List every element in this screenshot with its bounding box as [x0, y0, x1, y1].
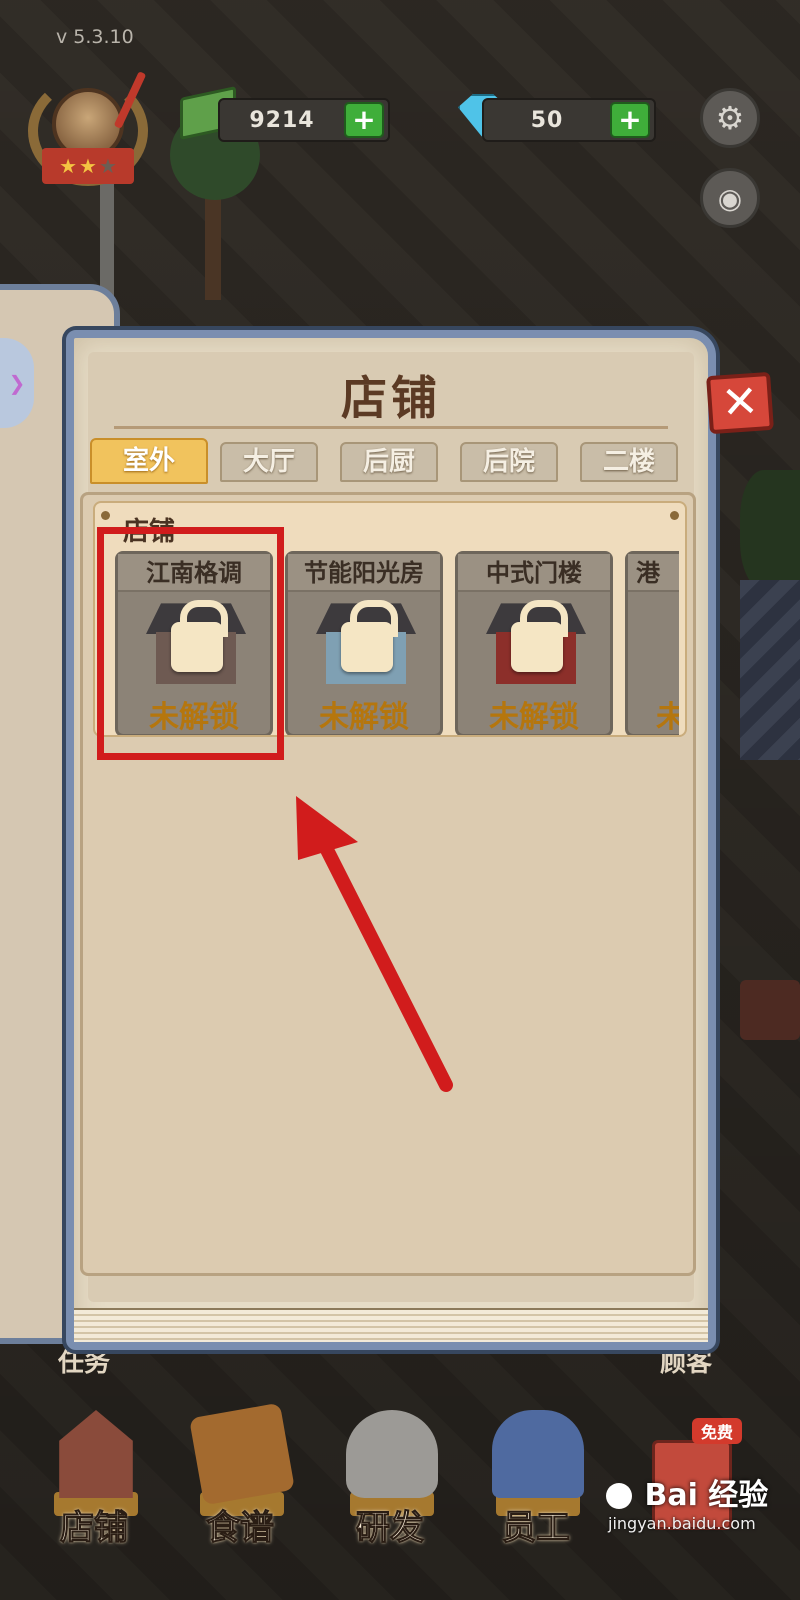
- table-decoration: [740, 980, 800, 1040]
- category-tabs: 室外 大厅 后厨 后院 二楼: [90, 438, 690, 484]
- tab-kitchen[interactable]: 后厨: [340, 442, 438, 482]
- book-side-tab: ❯: [0, 338, 34, 428]
- recipe-book-icon: [189, 1402, 295, 1506]
- item-name: 港: [628, 554, 679, 592]
- nav-recipe-label: 食谱: [206, 1508, 275, 1549]
- watermark: Bai 经验 jingyan.baidu.com: [604, 1470, 794, 1533]
- restaurant-level-emblem[interactable]: ★ ★ ★: [22, 70, 154, 190]
- add-gems-button[interactable]: +: [610, 102, 650, 138]
- modal-title: 店铺: [341, 371, 441, 425]
- rating-stars: ★ ★ ★: [42, 148, 134, 184]
- book-page-edges: [74, 1308, 708, 1342]
- gem-value: 50: [530, 107, 564, 133]
- pin-icon: [101, 511, 110, 520]
- chevron-right-icon: ❯: [8, 371, 26, 395]
- cooking-pot-icon: [346, 1410, 438, 1498]
- watermark-brand-text: Bai 经验: [644, 1478, 769, 1513]
- staff-icon: [492, 1410, 584, 1498]
- item-name: 中式门楼: [458, 554, 610, 592]
- nav-shop[interactable]: 店铺: [24, 1400, 164, 1580]
- star-icon: ★: [79, 154, 97, 178]
- nav-shop-label: 店铺: [60, 1508, 129, 1549]
- nav-research-label: 研发: [356, 1508, 425, 1549]
- gem-counter: 50 +: [482, 98, 656, 142]
- nav-staff-label: 员工: [502, 1508, 571, 1549]
- nav-staff[interactable]: 员工: [466, 1400, 606, 1580]
- lock-icon: [341, 600, 398, 672]
- baidu-paw-icon: [606, 1483, 632, 1509]
- item-card[interactable]: 中式门楼 未解锁: [455, 551, 613, 735]
- tab-second-floor[interactable]: 二楼: [580, 442, 678, 482]
- tab-outdoor[interactable]: 室外: [90, 438, 208, 484]
- camera-button[interactable]: ◉: [700, 168, 760, 228]
- settings-button[interactable]: ⚙: [700, 88, 760, 148]
- close-icon: ✕: [719, 375, 761, 430]
- cash-counter: 9214 +: [218, 98, 390, 142]
- pin-icon: [670, 511, 679, 520]
- title-divider: [114, 426, 668, 429]
- star-empty-icon: ★: [98, 154, 117, 178]
- highlight-box: [97, 527, 284, 760]
- free-badge: 免费: [692, 1418, 742, 1444]
- cash-value: 9214: [249, 107, 315, 133]
- watermark-url: jingyan.baidu.com: [608, 1514, 756, 1533]
- version-label: v 5.3.10: [56, 26, 134, 48]
- lock-icon: [511, 600, 568, 672]
- plant-decoration: [740, 470, 800, 590]
- watermark-brand: Bai 经验: [604, 1470, 794, 1514]
- add-cash-button[interactable]: +: [344, 102, 384, 138]
- item-status: 未解锁: [489, 700, 579, 735]
- nav-recipe[interactable]: 食谱: [170, 1400, 310, 1580]
- gear-icon: ⚙: [715, 99, 745, 137]
- nav-research[interactable]: 研发: [320, 1400, 460, 1580]
- item-card[interactable]: 港 未: [625, 551, 679, 735]
- item-status: 未解锁: [319, 700, 409, 735]
- item-name: 节能阳光房: [288, 554, 440, 592]
- star-icon: ★: [59, 154, 78, 178]
- roof-tiles: [740, 580, 800, 760]
- item-card[interactable]: 节能阳光房 未解锁: [285, 551, 443, 735]
- close-button[interactable]: ✕: [706, 371, 774, 435]
- shop-icon: [59, 1410, 133, 1498]
- tab-hall[interactable]: 大厅: [220, 442, 318, 482]
- camera-icon: ◉: [717, 181, 743, 215]
- tab-backyard[interactable]: 后院: [460, 442, 558, 482]
- item-status: 未: [628, 692, 679, 735]
